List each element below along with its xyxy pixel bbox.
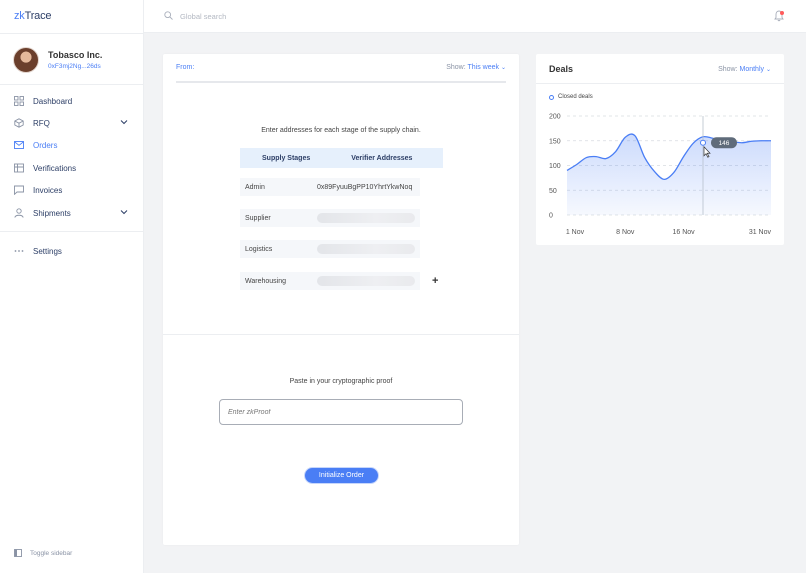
x-tick-label: 8 Nov xyxy=(616,229,635,236)
sidebar: zkTrace Tobasco Inc. 0xF3mj2Ng...26ds Da… xyxy=(0,0,144,573)
deals-period-selector[interactable]: Show: Monthly ⌄ xyxy=(718,66,771,73)
sidebar-item-dashboard[interactable]: Dashboard xyxy=(14,94,134,108)
chevron-down-icon[interactable] xyxy=(120,208,128,218)
supply-chain-instructions: Enter addresses for each stage of the su… xyxy=(261,127,421,134)
sidebar-item-label: Settings xyxy=(33,246,62,256)
deals-title: Deals xyxy=(549,64,574,74)
mail-icon xyxy=(14,140,24,150)
sidebar-item-rfq[interactable]: RFQ xyxy=(14,116,134,130)
data-point[interactable] xyxy=(700,139,706,146)
toggle-sidebar-label: Toggle sidebar xyxy=(30,549,73,557)
verifier-address-input[interactable] xyxy=(317,276,415,286)
from-underline xyxy=(176,81,506,83)
y-tick-label: 0 xyxy=(549,213,553,220)
stage-name: Warehousing xyxy=(245,277,286,285)
deals-divider xyxy=(536,83,784,84)
dots-icon xyxy=(14,246,24,256)
zkproof-input[interactable] xyxy=(219,399,463,425)
sidebar-divider xyxy=(0,231,144,232)
period-prefix: Show: xyxy=(446,64,466,71)
top-bar xyxy=(144,0,806,33)
table-row: Warehousing xyxy=(240,272,420,290)
sidebar-item-shipments[interactable]: Shipments xyxy=(14,206,134,220)
y-tick-label: 150 xyxy=(549,138,561,145)
table-row: Supplier xyxy=(240,209,420,227)
wallet-address: 0xF3mj2Ng...26ds xyxy=(48,63,101,70)
sidebar-toggle-icon xyxy=(14,549,22,557)
sidebar-item-verifications[interactable]: Verifications xyxy=(14,161,134,175)
y-tick-label: 200 xyxy=(549,114,561,121)
app-logo[interactable]: zkTrace xyxy=(14,10,52,22)
verifier-address-input[interactable] xyxy=(317,213,415,223)
sidebar-divider xyxy=(0,33,144,34)
sidebar-item-label: Orders xyxy=(33,140,58,150)
sidebar-item-label: Shipments xyxy=(33,208,71,218)
chevron-down-icon[interactable] xyxy=(120,118,128,128)
grid-icon xyxy=(14,96,24,106)
table-row: Admin 0x89FyuuBgPP10YhrtYkwNoq xyxy=(240,178,420,196)
period-value: This week xyxy=(467,64,500,71)
sidebar-item-label: Dashboard xyxy=(33,96,73,106)
box-icon xyxy=(14,118,24,128)
from-field[interactable]: From: xyxy=(176,64,194,71)
deals-card: Deals Show: Monthly ⌄ Closed deals 0 50 10… xyxy=(536,54,784,245)
sidebar-item-invoices[interactable]: Invoices xyxy=(14,183,134,197)
card-divider xyxy=(163,334,519,335)
sidebar-item-label: Invoices xyxy=(33,185,63,195)
notification-dot xyxy=(780,11,784,15)
x-tick-label: 1 Nov xyxy=(566,229,585,236)
stage-name: Admin xyxy=(245,183,265,191)
add-stage-button[interactable]: + xyxy=(432,275,438,287)
sidebar-item-orders[interactable]: Orders xyxy=(14,138,134,152)
initialize-order-button[interactable]: Initialize Order xyxy=(305,468,378,483)
sidebar-item-settings[interactable]: Settings xyxy=(14,244,134,258)
stage-name: Logistics xyxy=(245,245,273,253)
avatar[interactable] xyxy=(13,47,39,73)
tooltip-value: 146 xyxy=(719,140,730,147)
x-tick-label: 31 Nov xyxy=(749,229,772,236)
chat-icon xyxy=(14,185,24,195)
sidebar-item-label: RFQ xyxy=(33,118,50,128)
table-row: Logistics xyxy=(240,240,420,258)
global-search-input[interactable] xyxy=(180,9,380,23)
verifier-address[interactable]: 0x89FyuuBgPP10YhrtYkwNoq xyxy=(317,184,412,191)
x-tick-label: 16 Nov xyxy=(672,229,695,236)
period-value: Monthly xyxy=(739,66,765,73)
chart-legend[interactable]: Closed deals xyxy=(549,94,593,100)
sidebar-item-label: Verifications xyxy=(33,163,77,173)
table-icon xyxy=(14,163,24,173)
period-selector[interactable]: Show: This week ⌄ xyxy=(446,64,506,71)
sidebar-divider xyxy=(0,84,144,85)
legend-label: Closed deals xyxy=(558,94,593,100)
order-card: From: Show: This week ⌄ Enter addresses … xyxy=(163,54,519,545)
toggle-sidebar-button[interactable]: Toggle sidebar xyxy=(14,549,72,557)
chevron-down-icon: ⌄ xyxy=(500,65,506,71)
column-header-verifiers: Verifier Addresses xyxy=(351,154,413,162)
company-name: Tobasco Inc. xyxy=(48,50,103,60)
series-area xyxy=(567,134,771,215)
stage-name: Supplier xyxy=(245,214,271,222)
person-icon xyxy=(14,208,24,218)
chevron-down-icon: ⌄ xyxy=(765,67,771,73)
period-prefix: Show: xyxy=(718,66,738,73)
stages-table-header: Supply Stages Verifier Addresses xyxy=(240,148,443,168)
y-tick-label: 100 xyxy=(549,163,561,170)
proof-label: Paste in your cryptographic proof xyxy=(289,378,393,385)
deals-chart[interactable]: 0 50 100 150 200 1 Nov 8 Nov 16 Nov 31 Nov 146 xyxy=(536,110,784,240)
column-header-stages: Supply Stages xyxy=(262,154,311,162)
y-tick-label: 50 xyxy=(549,188,557,195)
legend-marker xyxy=(549,94,554,100)
verifier-address-input[interactable] xyxy=(317,244,415,254)
search-icon xyxy=(164,11,173,22)
